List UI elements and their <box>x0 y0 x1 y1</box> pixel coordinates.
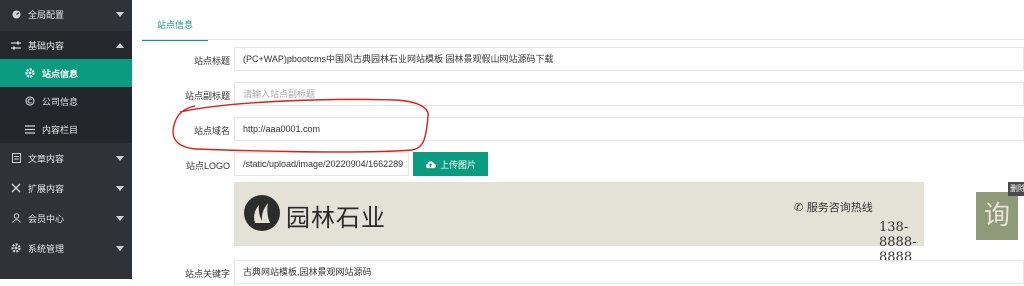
site-title-input[interactable]: (PC+WAP)pbootcms中国风古典园林石业网站模板 园林景观假山网站源码… <box>234 47 1024 71</box>
site-keywords-input[interactable]: 古典网站模板,园林景观网站源码 <box>234 260 1024 284</box>
sidebar: 全局配置 基础内容 站点信息 公司信息 内容栏目 文章内容 扩展内容 会员中心 … <box>0 0 132 279</box>
sidebar-item-label: 全局配置 <box>28 9 65 20</box>
site-keywords-label: 站点关键字 <box>184 269 230 279</box>
sidebar-item-system[interactable]: 系统管理 <box>0 234 132 262</box>
sidebar-item-company-info[interactable]: 公司信息 <box>0 87 132 115</box>
sidebar-item-site-info[interactable]: 站点信息 <box>0 59 132 87</box>
site-logo-label: 站点LOGO <box>185 161 230 171</box>
upload-image-button[interactable]: 上传图片 <box>413 152 488 176</box>
upload-button-label: 上传图片 <box>439 159 476 170</box>
sidebar-item-members[interactable]: 会员中心 <box>0 204 132 232</box>
chevron-down-icon <box>116 186 124 191</box>
chevron-down-icon <box>116 12 124 17</box>
site-subtitle-input[interactable]: 请输入站点副标题 <box>234 82 1024 106</box>
sliders-icon <box>10 41 22 50</box>
sidebar-item-basic-content[interactable]: 基础内容 <box>0 31 132 59</box>
hotline-number: 138-8888-8888 <box>879 220 917 265</box>
sidebar-item-label: 公司信息 <box>42 96 79 107</box>
logo-brand-text: 园林石业 <box>286 204 386 232</box>
form-row-domain: 站点域名 http://aaa0001.com <box>132 117 1024 143</box>
chevron-down-icon <box>116 246 124 251</box>
chevron-down-icon <box>116 156 124 161</box>
sidebar-item-content-columns[interactable]: 内容栏目 <box>0 115 132 143</box>
sidebar-item-label: 内容栏目 <box>42 124 79 135</box>
gear-icon <box>10 243 22 253</box>
sidebar-item-label: 文章内容 <box>28 153 65 164</box>
arrows-icon <box>10 183 22 193</box>
document-icon <box>10 153 22 163</box>
gauge-icon <box>10 9 22 19</box>
chevron-up-icon <box>116 43 124 48</box>
user-icon <box>10 213 22 223</box>
cloud-upload-icon <box>425 160 436 168</box>
tab-divider <box>142 39 1024 40</box>
chevron-down-icon <box>116 216 124 221</box>
site-title-label: 站点标题 <box>193 56 230 66</box>
site-subtitle-label: 站点副标题 <box>184 91 230 101</box>
gear-icon <box>24 68 36 78</box>
sidebar-item-label: 系统管理 <box>28 243 65 254</box>
site-domain-label: 站点域名 <box>193 126 230 136</box>
site-domain-input[interactable]: http://aaa0001.com <box>234 117 1024 141</box>
sidebar-item-label: 基础内容 <box>28 40 65 51</box>
form-row-title: 站点标题 (PC+WAP)pbootcms中国风古典园林石业网站模板 园林景观假… <box>132 47 1024 73</box>
logo-preview: 园林石业 ✆ 服务咨询热线 138-8888-8888 询 删除 <box>234 182 1024 265</box>
delete-logo-button[interactable]: 删除 <box>1008 182 1024 196</box>
logo-emblem-icon <box>244 195 280 231</box>
tab-site-info[interactable]: 站点信息 <box>142 14 208 41</box>
list-icon <box>24 124 36 134</box>
main-content: 站点信息 站点标题 (PC+WAP)pbootcms中国风古典园林石业网站模板 … <box>132 0 1024 284</box>
form-row-keywords: 站点关键字 古典网站模板,园林景观网站源码 <box>132 260 1024 286</box>
phone-icon: ✆ <box>794 201 804 214</box>
sidebar-item-label: 会员中心 <box>28 213 65 224</box>
form-row-logo: 站点LOGO /static/upload/image/20220904/166… <box>132 152 1024 178</box>
sidebar-item-label: 站点信息 <box>42 68 79 79</box>
sidebar-item-articles[interactable]: 文章内容 <box>0 144 132 172</box>
form-row-subtitle: 站点副标题 请输入站点副标题 <box>132 82 1024 108</box>
site-logo-input[interactable]: /static/upload/image/20220904/1662289 <box>234 152 409 176</box>
sidebar-submenu: 站点信息 公司信息 内容栏目 <box>0 59 132 143</box>
sidebar-item-global-config[interactable]: 全局配置 <box>0 0 132 28</box>
sidebar-item-extensions[interactable]: 扩展内容 <box>0 174 132 202</box>
seal-stamp: 询 <box>976 192 1018 240</box>
copyright-icon <box>24 96 36 106</box>
sidebar-item-label: 扩展内容 <box>28 183 65 194</box>
hotline-label: ✆ 服务咨询热线 <box>794 201 873 214</box>
